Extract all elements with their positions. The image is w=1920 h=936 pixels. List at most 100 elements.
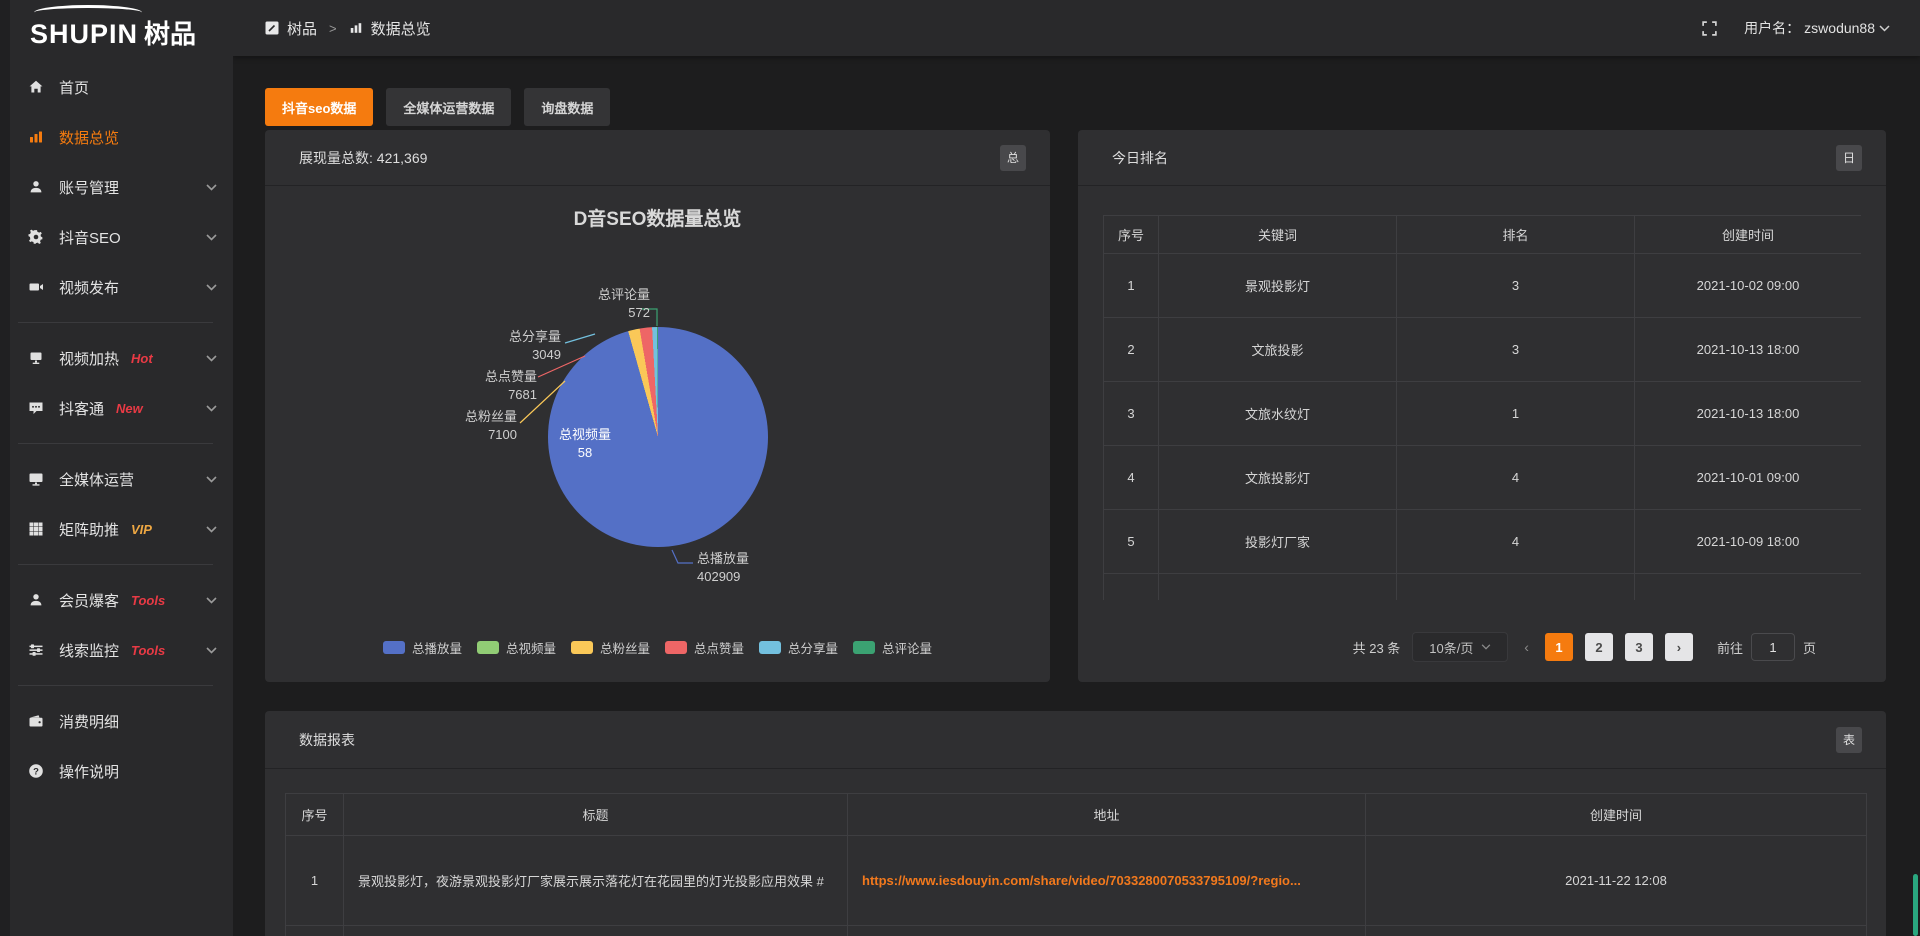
legend-label: 总点赞量 bbox=[694, 638, 744, 657]
sidebar-item-account[interactable]: 账号管理 bbox=[0, 162, 233, 212]
ranking-card-header: 今日排名 日 bbox=[1078, 130, 1886, 186]
goto-page-input[interactable] bbox=[1751, 633, 1795, 661]
chevron-down-icon bbox=[206, 355, 217, 362]
overview-card-header: 展现量总数: 421,369 总 bbox=[265, 130, 1050, 186]
page-scrollbar-thumb[interactable] bbox=[1913, 874, 1918, 936]
sidebar: SHUPIN树品 首页 数据总览 账号管理 抖音SEO 视频发布 bbox=[0, 0, 233, 936]
legend-item[interactable]: 总评论量 bbox=[853, 638, 932, 657]
question-circle-icon: ? bbox=[28, 763, 44, 779]
chevron-down-icon bbox=[206, 526, 217, 533]
chart-legend: 总播放量 总视频量总粉丝量 总点赞量 总分享量 总评论量 bbox=[265, 638, 1050, 657]
sidebar-item-data-overview[interactable]: 数据总览 bbox=[0, 112, 233, 162]
bar-chart-icon bbox=[349, 21, 363, 35]
main-area: 树品 > 数据总览 用户名：zswodun88 抖音seo数据 全媒体运营数据 … bbox=[233, 0, 1920, 936]
legend-label: 总评论量 bbox=[882, 638, 932, 657]
pie-label-videos: 总视频量58 bbox=[548, 426, 622, 462]
sidebar-item-douyin-seo[interactable]: 抖音SEO bbox=[0, 212, 233, 262]
doc-icon bbox=[265, 21, 279, 35]
sidebar-item-video-heat[interactable]: 视频加热 Hot bbox=[0, 333, 233, 383]
wallet-icon bbox=[28, 713, 44, 729]
report-table: 序号 标题 地址 创建时间 1 景观投影灯，夜游景观投影灯厂家展示展示落花灯在花… bbox=[285, 793, 1867, 936]
chevron-down-icon bbox=[206, 405, 217, 412]
tab-inquiry[interactable]: 询盘数据 bbox=[524, 88, 610, 126]
legend-label: 总分享量 bbox=[788, 638, 838, 657]
grid-icon bbox=[28, 521, 44, 537]
report-title-cell: 景观投影灯，夜游景观投影灯厂家展示展示落花灯在花园里的灯光投影应用效果 # bbox=[344, 836, 848, 926]
username-label: 用户名： bbox=[1744, 18, 1800, 38]
pie-label-shares: 总分享量3049 bbox=[481, 328, 561, 364]
tab-media-ops[interactable]: 全媒体运营数据 bbox=[386, 88, 511, 126]
table-row-partial bbox=[1104, 574, 1862, 601]
legend-swatch bbox=[853, 641, 875, 654]
table-row: 1 景观投影灯，夜游景观投影灯厂家展示展示落花灯在花园里的灯光投影应用效果 # … bbox=[286, 836, 1867, 926]
ranking-table: 序号 关键词 排名 创建时间 1景观投影灯32021-10-02 09:00 2… bbox=[1103, 215, 1861, 600]
tab-douyin-seo[interactable]: 抖音seo数据 bbox=[265, 88, 373, 126]
bar-chart-icon bbox=[28, 129, 44, 145]
sidebar-divider bbox=[18, 322, 213, 323]
prev-page-button[interactable]: ‹ bbox=[1520, 639, 1533, 655]
legend-swatch bbox=[571, 641, 593, 654]
pie-chart-area: D音SEO数据量总览 总评论量572 bbox=[265, 186, 1050, 681]
sidebar-item-help[interactable]: ? 操作说明 bbox=[0, 746, 233, 796]
sidebar-divider bbox=[18, 685, 213, 686]
tools-badge: Tools bbox=[131, 593, 165, 608]
report-card-title: 数据报表 bbox=[299, 730, 355, 750]
total-toggle-button[interactable]: 总 bbox=[1000, 145, 1026, 171]
table-toggle-button[interactable]: 表 bbox=[1836, 727, 1862, 753]
day-toggle-button[interactable]: 日 bbox=[1836, 145, 1862, 171]
pagination: 共 23 条 10条/页 ‹ 1 2 3 › 前往 bbox=[1078, 632, 1886, 662]
logo-text-en: SHUPIN bbox=[30, 19, 138, 49]
legend-item[interactable]: 总视频量 bbox=[477, 638, 556, 657]
goto-label: 前往 bbox=[1717, 638, 1743, 657]
logo-arc bbox=[34, 5, 142, 20]
page-button-1[interactable]: 1 bbox=[1545, 633, 1573, 661]
sidebar-item-home[interactable]: 首页 bbox=[0, 62, 233, 112]
pagination-total: 共 23 条 bbox=[1353, 638, 1401, 657]
content: 抖音seo数据 全媒体运营数据 询盘数据 展现量总数: 421,369 总 D音… bbox=[233, 56, 1920, 936]
next-page-button[interactable]: › bbox=[1665, 633, 1693, 661]
legend-item[interactable]: 总粉丝量 bbox=[571, 638, 650, 657]
breadcrumb-current[interactable]: 数据总览 bbox=[371, 18, 431, 39]
ranking-table-wrap: 序号 关键词 排名 创建时间 1景观投影灯32021-10-02 09:00 2… bbox=[1103, 215, 1861, 600]
table-row: 4文旅投影灯42021-10-01 09:00 bbox=[1104, 446, 1862, 510]
table-row: 2文旅投影32021-10-13 18:00 bbox=[1104, 318, 1862, 382]
user-icon bbox=[28, 179, 44, 195]
sliders-icon bbox=[28, 642, 44, 658]
app-logo[interactable]: SHUPIN树品 bbox=[0, 0, 233, 62]
legend-swatch bbox=[759, 641, 781, 654]
sidebar-item-matrix-boost[interactable]: 矩阵助推 VIP bbox=[0, 504, 233, 554]
goto-page: 前往 页 bbox=[1717, 633, 1816, 661]
chevron-down-icon bbox=[206, 284, 217, 291]
goto-suffix: 页 bbox=[1803, 638, 1816, 657]
legend-item[interactable]: 总点赞量 bbox=[665, 638, 744, 657]
chevron-down-icon bbox=[206, 234, 217, 241]
fullscreen-icon[interactable] bbox=[1701, 20, 1718, 37]
monitor-icon bbox=[28, 471, 44, 487]
logo-text-cjk: 树品 bbox=[144, 19, 196, 49]
legend-label: 总视频量 bbox=[506, 638, 556, 657]
legend-item[interactable]: 总分享量 bbox=[759, 638, 838, 657]
report-url-link[interactable]: https://www.iesdouyin.com/share/video/70… bbox=[862, 873, 1301, 888]
topbar: 树品 > 数据总览 用户名：zswodun88 bbox=[233, 0, 1920, 56]
page-button-3[interactable]: 3 bbox=[1625, 633, 1653, 661]
user-menu[interactable]: 用户名：zswodun88 bbox=[1744, 18, 1890, 38]
new-badge: New bbox=[116, 401, 143, 416]
sidebar-item-member-leads[interactable]: 会员爆客 Tools bbox=[0, 575, 233, 625]
page-size-select[interactable]: 10条/页 bbox=[1412, 632, 1508, 662]
page-button-2[interactable]: 2 bbox=[1585, 633, 1613, 661]
sidebar-item-douketong[interactable]: 抖客通 New bbox=[0, 383, 233, 433]
legend-label: 总播放量 bbox=[412, 638, 462, 657]
legend-item[interactable]: 总播放量 bbox=[383, 638, 462, 657]
chart-title: D音SEO数据量总览 bbox=[265, 204, 1050, 231]
sidebar-item-clue-monitor[interactable]: 线索监控 Tools bbox=[0, 625, 233, 675]
sidebar-item-media-ops[interactable]: 全媒体运营 bbox=[0, 454, 233, 504]
pie-label-fans: 总粉丝量7100 bbox=[437, 408, 517, 444]
report-card-header: 数据报表 表 bbox=[265, 711, 1886, 769]
sidebar-item-video-publish[interactable]: 视频发布 bbox=[0, 262, 233, 312]
gear-icon bbox=[28, 229, 44, 245]
home-icon bbox=[28, 79, 44, 95]
pie-label-comments: 总评论量572 bbox=[570, 286, 650, 322]
sidebar-item-consumption[interactable]: 消费明细 bbox=[0, 696, 233, 746]
pie-label-likes: 总点赞量7681 bbox=[457, 368, 537, 404]
breadcrumb-root[interactable]: 树品 bbox=[287, 18, 317, 39]
